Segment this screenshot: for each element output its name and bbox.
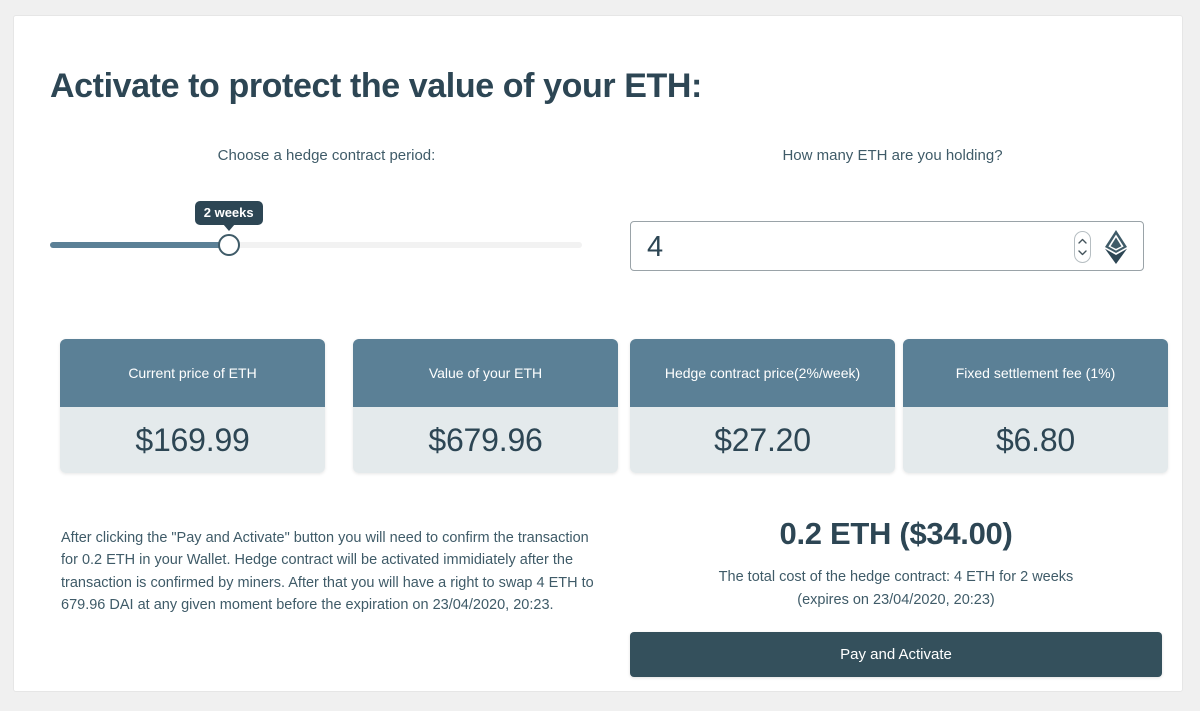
metric-card-current-price: Current price of ETH $169.99	[60, 339, 325, 473]
metric-card-title: Hedge contract price(2%/week)	[630, 339, 895, 407]
eth-amount-input[interactable]: 4	[630, 221, 1144, 271]
slider-fill	[50, 242, 229, 248]
metric-card-value: $27.20	[630, 407, 895, 473]
metric-card-title: Current price of ETH	[60, 339, 325, 407]
metric-card-value: $679.96	[353, 407, 618, 473]
page-background: Activate to protect the value of your ET…	[0, 0, 1200, 711]
total-cost-amount: 0.2 ETH ($34.00)	[779, 516, 1013, 551]
metric-card-value: $169.99	[60, 407, 325, 473]
eth-amount-value: 4	[647, 231, 664, 263]
ethereum-logo-icon	[1105, 230, 1127, 264]
slider-thumb[interactable]	[217, 234, 240, 256]
metric-card-hedge-price: Hedge contract price(2%/week) $27.20	[630, 339, 895, 473]
slider-value-tooltip: 2 weeks	[194, 201, 263, 231]
main-panel: Activate to protect the value of your ET…	[13, 15, 1183, 692]
period-field-label: Choose a hedge contract period:	[217, 147, 436, 164]
amount-field-label: How many ETH are you holding?	[782, 147, 1003, 164]
spinner-chevrons-icon	[1078, 238, 1087, 256]
metric-card-title: Value of your ETH	[353, 339, 618, 407]
page-title: Activate to protect the value of your ET…	[50, 66, 702, 105]
number-spinner-icon[interactable]	[1074, 231, 1091, 263]
metric-card-value: $6.80	[903, 407, 1168, 473]
transaction-note: After clicking the "Pay and Activate" bu…	[61, 529, 594, 614]
metric-card-value-of-eth: Value of your ETH $679.96	[353, 339, 618, 473]
total-cost-detail-line-1: The total cost of the hedge contract: 4 …	[718, 569, 1074, 585]
pay-and-activate-button[interactable]: Pay and Activate	[630, 632, 1162, 677]
metric-card-settlement-fee: Fixed settlement fee (1%) $6.80	[903, 339, 1168, 473]
total-cost-detail: The total cost of the hedge contract: 4 …	[630, 566, 1162, 612]
metric-card-title: Fixed settlement fee (1%)	[903, 339, 1168, 407]
total-cost-detail-line-2: (expires on 23/04/2020, 20:23)	[797, 592, 995, 608]
hedge-period-slider[interactable]: 2 weeks	[50, 194, 603, 264]
